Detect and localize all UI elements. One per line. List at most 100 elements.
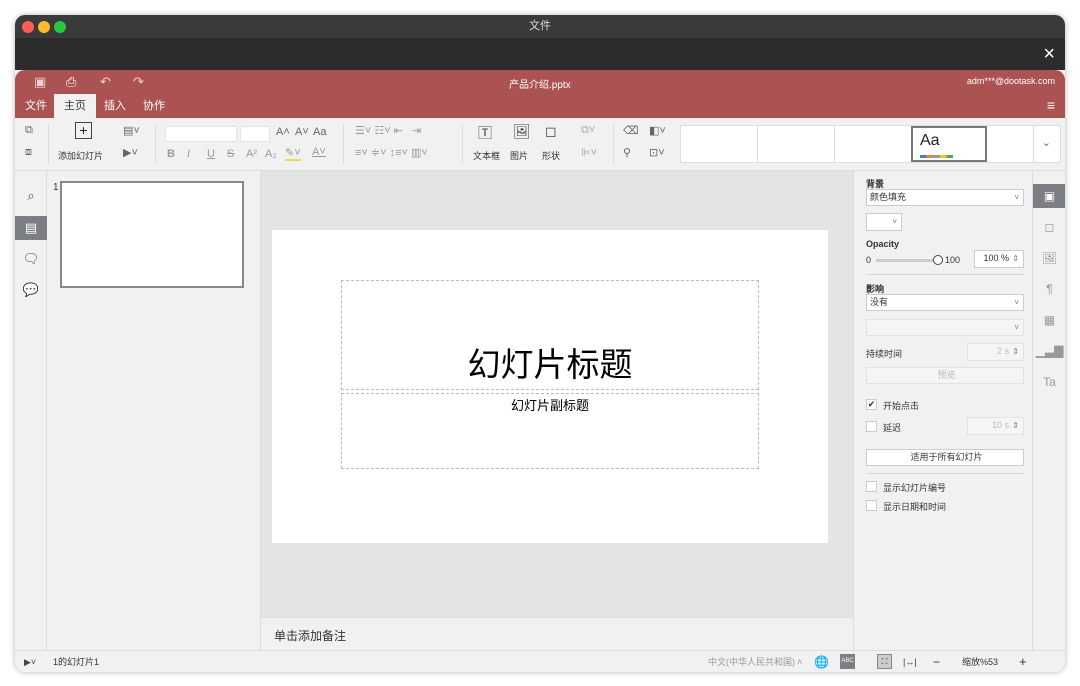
superscript-button[interactable]: A²	[246, 148, 257, 160]
theme-item[interactable]	[987, 126, 1034, 162]
print-icon[interactable]: ⎙	[66, 74, 76, 90]
maximize-window-button[interactable]	[54, 21, 66, 33]
zoom-in-button[interactable]: +	[1019, 651, 1027, 672]
chevron-up-icon[interactable]: ˄	[797, 651, 802, 672]
fit-slide-icon[interactable]: ⛶	[877, 654, 892, 669]
text-art-settings-icon[interactable]: Ta	[1033, 370, 1065, 394]
language-select[interactable]: 中文(中华人民共和国)	[708, 651, 795, 672]
slideshow-start-icon[interactable]: ▶˅	[24, 651, 36, 672]
arrange-icon[interactable]: ⧉˅	[581, 124, 595, 137]
opacity-slider-handle[interactable]	[933, 255, 943, 265]
fit-width-icon[interactable]: |↔|	[903, 651, 917, 672]
add-slide-icon[interactable]: +	[75, 122, 92, 139]
font-shrink-button[interactable]: A˅	[295, 126, 309, 138]
theme-item[interactable]	[835, 126, 912, 162]
paragraph-settings-icon[interactable]: ¶	[1033, 277, 1065, 301]
align-objects-icon[interactable]: ⊫˅	[581, 146, 597, 159]
slide-title: 幻灯片标题	[467, 346, 633, 383]
user-account[interactable]: adm***@dootask.com	[967, 76, 1055, 86]
italic-button[interactable]: I	[187, 148, 190, 160]
theme-item[interactable]	[681, 126, 758, 162]
effect-type-select[interactable]: ˅	[866, 319, 1024, 336]
close-window-button[interactable]	[22, 21, 34, 33]
title-placeholder[interactable]: 幻灯片标题	[341, 280, 759, 390]
slide-layout-icon[interactable]: ▤˅	[123, 124, 140, 137]
text-box-icon[interactable]: 🅃	[478, 123, 492, 143]
image-icon[interactable]: 🖼	[513, 123, 531, 140]
zoom-out-button[interactable]: −	[933, 651, 940, 672]
delay-checkbox[interactable]	[866, 421, 877, 432]
subtitle-placeholder[interactable]: 幻灯片副标题	[341, 393, 759, 469]
close-icon[interactable]: ×	[1043, 43, 1055, 65]
slideshow-icon[interactable]: ▶˅	[123, 146, 138, 159]
table-settings-icon[interactable]: ▦	[1033, 308, 1065, 332]
globe-icon[interactable]: 🌐	[814, 651, 829, 672]
tab-home[interactable]: 主页	[54, 94, 96, 118]
opacity-slider[interactable]	[876, 259, 938, 262]
slide-thumbnail[interactable]	[60, 181, 244, 288]
theme-item-selected[interactable]: Aa	[911, 126, 987, 162]
duration-value: 2 s	[996, 346, 1009, 356]
text-box-button[interactable]: 文本框	[473, 149, 500, 162]
font-name-select[interactable]	[165, 126, 237, 142]
fill-color-picker[interactable]: ˅	[866, 213, 902, 231]
tab-file[interactable]: 文件	[15, 94, 57, 118]
gallery-expand-chevron-icon[interactable]: ⌄	[1042, 136, 1051, 149]
save-icon[interactable]: ▣	[34, 74, 46, 90]
show-date-time-label: 显示日期和时间	[883, 502, 947, 512]
effect-select[interactable]: 没有 ˅	[866, 294, 1024, 311]
font-size-select[interactable]	[240, 126, 270, 142]
bold-button[interactable]: B	[167, 148, 175, 160]
search-icon[interactable]: ⌕	[15, 184, 47, 208]
shape-button[interactable]: 形状	[542, 149, 560, 162]
undo-icon[interactable]: ↶	[100, 74, 111, 90]
spinner-icon: ⇕	[1012, 347, 1019, 356]
window-title: 文件	[529, 20, 551, 32]
slide-canvas: 幻灯片标题 幻灯片副标题	[261, 171, 853, 617]
hamburger-menu-icon[interactable]: ≡	[1047, 97, 1055, 113]
slide-size-icon[interactable]: ⊡˅	[649, 146, 665, 159]
image-button[interactable]: 图片	[510, 149, 528, 162]
chat-icon[interactable]: 💬	[15, 278, 47, 302]
preview-button[interactable]: 预览	[866, 367, 1024, 384]
notes-area[interactable]: 单击添加备注	[261, 617, 853, 650]
show-date-time-checkbox[interactable]	[866, 500, 877, 511]
shape-icon[interactable]: ◻	[545, 123, 557, 140]
theme-item[interactable]	[758, 126, 835, 162]
spellcheck-icon[interactable]: ABC	[840, 654, 855, 669]
highlight-icon[interactable]: ✎˅	[285, 146, 301, 161]
start-on-click-checkbox[interactable]: ✔	[866, 399, 877, 410]
apply-all-button[interactable]: 适用于所有幻灯片	[866, 449, 1024, 466]
underline-button[interactable]: U	[207, 148, 215, 160]
slide: 幻灯片标题 幻灯片副标题	[272, 230, 828, 543]
slide-settings-icon[interactable]: ▣	[1033, 184, 1065, 208]
slides-panel-icon[interactable]: ▤	[15, 216, 47, 240]
tab-insert[interactable]: 插入	[94, 94, 136, 118]
paste-icon[interactable]: ⧈	[25, 146, 32, 159]
image-settings-icon[interactable]: 🖼	[1033, 246, 1065, 270]
show-slide-number-checkbox[interactable]	[866, 481, 877, 492]
delay-input[interactable]: 10 s ⇕	[967, 417, 1024, 435]
left-sidebar: ⌕ ▤ 🗨 💬	[15, 171, 47, 650]
format-painter-icon[interactable]: ⚲	[623, 146, 631, 159]
align-icon[interactable]: ≡˅ ≑˅ ↕≡˅ ▥˅	[355, 146, 428, 159]
bullets-icon[interactable]: ☰˅ ☷˅ ⇤ ⇥	[355, 124, 421, 137]
redo-icon[interactable]: ↷	[133, 74, 144, 90]
clear-style-icon[interactable]: ⌫	[623, 124, 639, 137]
shape-settings-icon[interactable]: ◻	[1033, 215, 1065, 239]
subscript-button[interactable]: A₂	[265, 148, 277, 160]
change-case-button[interactable]: Aa	[313, 126, 326, 138]
tab-collaborate[interactable]: 协作	[133, 94, 175, 118]
copy-icon[interactable]: ⧉	[25, 124, 33, 137]
color-scheme-icon[interactable]: ◧˅	[649, 124, 666, 137]
chart-settings-icon[interactable]: ▁▃▇	[1033, 339, 1065, 363]
font-grow-button[interactable]: A˄	[276, 126, 290, 138]
fill-type-select[interactable]: 颜色填充 ˅	[866, 189, 1024, 206]
duration-input[interactable]: 2 s ⇕	[967, 343, 1024, 361]
font-color-icon[interactable]: A˅	[312, 146, 326, 158]
minimize-window-button[interactable]	[38, 21, 50, 33]
strikethrough-button[interactable]: S	[227, 148, 234, 160]
opacity-input[interactable]: 100 % ⇕	[974, 250, 1024, 268]
comments-icon[interactable]: 🗨	[15, 247, 47, 271]
add-slide-button[interactable]: 添加幻灯片	[58, 149, 103, 162]
